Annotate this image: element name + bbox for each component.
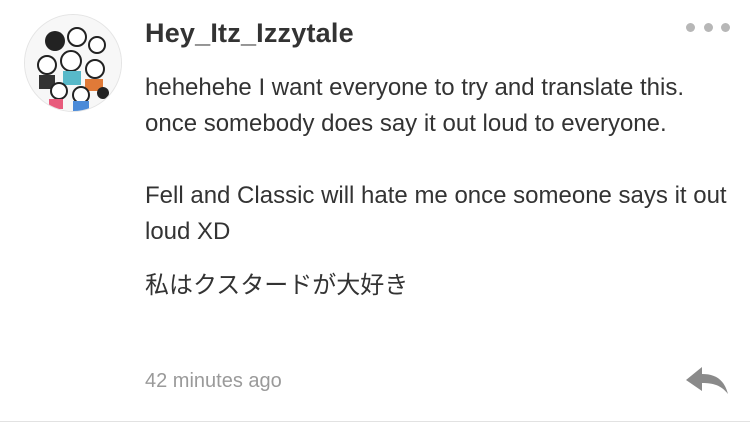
divider bbox=[0, 421, 750, 422]
comment-body: hehehehe I want everyone to try and tran… bbox=[145, 70, 740, 304]
reply-button[interactable] bbox=[684, 364, 730, 398]
avatar-drawing bbox=[25, 15, 121, 111]
timestamp: 42 minutes ago bbox=[145, 370, 282, 392]
more-dots-icon bbox=[721, 22, 730, 32]
comment-paragraph: Fell and Classic will hate me once someo… bbox=[145, 182, 727, 245]
comment-paragraph: 私はクスタードが大好き bbox=[145, 272, 409, 299]
more-dots-icon bbox=[686, 22, 695, 32]
more-dots-icon bbox=[703, 22, 713, 32]
comment-card: Hey_Itz_Izzytale hehehehe I want everyon… bbox=[0, 0, 750, 425]
avatar[interactable] bbox=[24, 14, 122, 112]
comment-paragraph: hehehehe I want everyone to try and tran… bbox=[145, 74, 685, 137]
reply-arrow-icon bbox=[686, 367, 728, 394]
username[interactable]: Hey_Itz_Izzytale bbox=[145, 18, 354, 49]
more-options-button[interactable] bbox=[686, 14, 730, 40]
